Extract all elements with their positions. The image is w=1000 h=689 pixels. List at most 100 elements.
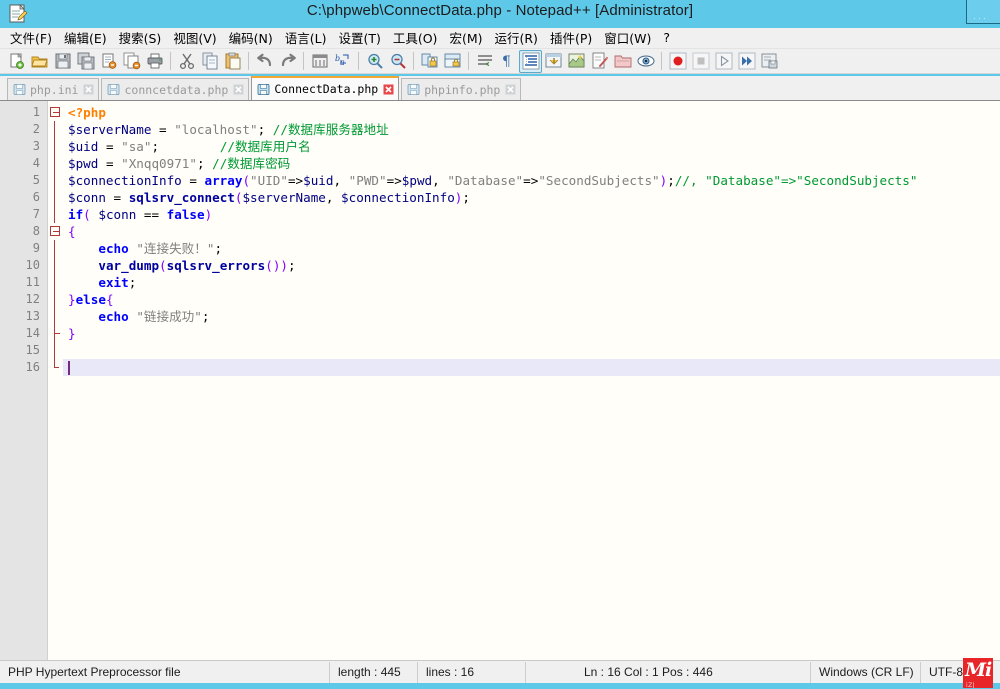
indent-guide-icon[interactable] [519,49,542,73]
find-icon[interactable] [308,50,331,73]
code-line[interactable]: exit; [63,274,1000,291]
fold-marker-row[interactable] [48,155,63,172]
code-editor[interactable]: 1 2 3 4 5 6 7 8 9 10 11 12 13 14 15 16 <?php $serverName… [0,101,1000,660]
fold-marker-row[interactable] [48,325,63,342]
copy-icon[interactable] [198,50,221,73]
fold-marker-row[interactable] [48,223,63,240]
tab-phpinfo-php[interactable]: phpinfo.php [401,78,522,100]
editor-area[interactable]: 1 2 3 4 5 6 7 8 9 10 11 12 13 14 15 16 <?php $serverName… [0,100,1000,660]
macro-play-icon[interactable] [712,50,735,73]
fold-collapse-icon[interactable] [50,107,60,117]
macro-playback-multiple-icon[interactable] [735,50,758,73]
sync-horizontal-scroll-icon[interactable] [441,50,464,73]
notepadpp-window: C:\phpweb\ConnectData.php - Notepad++ [A… [0,0,1000,689]
menu-window[interactable]: 窗口(W) [598,26,657,50]
close-file-icon[interactable] [97,50,120,73]
undo-icon[interactable] [253,50,276,73]
macro-record-icon[interactable] [666,50,689,73]
open-file-icon[interactable] [28,50,51,73]
fold-collapse-icon[interactable] [50,226,60,236]
menu-help[interactable]: ? [657,28,676,48]
menu-edit[interactable]: 编辑(E) [58,26,113,50]
code-line[interactable]: echo "连接失败！"; [63,240,1000,257]
menu-run[interactable]: 运行(R) [488,26,543,50]
menu-file[interactable]: 文件(F) [4,26,58,50]
window-controls[interactable]: ··· [966,0,1000,24]
zoom-in-icon[interactable] [363,50,386,73]
fold-marker-row[interactable] [48,189,63,206]
function-list-icon[interactable] [588,50,611,73]
fold-line [54,138,55,155]
tab-conncetdata-php[interactable]: conncetdata.php [101,78,250,100]
code-content[interactable]: <?php $serverName = "localhost"; //数据库服务器… [63,101,1000,660]
menu-plugins[interactable]: 插件(P) [544,26,598,50]
fold-marker-row[interactable] [48,240,63,257]
menu-view[interactable]: 视图(V) [167,26,222,50]
watermark-logo: Mi iZJ [963,658,993,688]
tab-close-icon[interactable] [383,84,394,95]
sync-vertical-scroll-icon[interactable] [418,50,441,73]
show-all-chars-icon[interactable]: ¶ [496,50,519,73]
close-all-icon[interactable] [120,50,143,73]
folder-workspace-icon[interactable] [611,50,634,73]
menu-encoding[interactable]: 编码(N) [223,26,279,50]
fold-margin[interactable] [48,101,63,660]
code-line[interactable]: if( $conn == false) [63,206,1000,223]
tab-close-icon[interactable] [505,84,516,95]
replace-icon[interactable]: ba [331,50,354,73]
redo-icon[interactable] [276,50,299,73]
macro-save-icon[interactable] [758,50,781,73]
fold-marker-row[interactable] [48,104,63,121]
cut-icon[interactable] [175,50,198,73]
line-number: 6 [32,190,40,204]
user-defined-dialog-icon[interactable] [542,50,565,73]
code-line[interactable]: $conn = sqlsrv_connect($serverName, $con… [63,189,1000,206]
tab-close-icon[interactable] [233,84,244,95]
menu-search[interactable]: 搜索(S) [113,26,168,50]
word-wrap-icon[interactable] [473,50,496,73]
fold-marker-row[interactable] [48,257,63,274]
tab-close-icon[interactable] [83,84,94,95]
fold-marker-row[interactable] [48,291,63,308]
code-line[interactable]: } [63,325,1000,342]
fold-marker-row[interactable] [48,359,63,376]
code-line[interactable]: }else{ [63,291,1000,308]
fold-marker-row[interactable] [48,342,63,359]
fold-marker-row[interactable] [48,138,63,155]
fold-line [54,172,55,189]
code-line[interactable]: var_dump(sqlsrv_errors()); [63,257,1000,274]
fold-marker-row[interactable] [48,121,63,138]
fold-marker-row[interactable] [48,308,63,325]
save-all-icon[interactable] [74,50,97,73]
fold-line [54,274,55,291]
code-line[interactable]: $serverName = "localhost"; //数据库服务器地址 [63,121,1000,138]
new-file-icon[interactable] [5,50,28,73]
print-icon[interactable] [143,50,166,73]
menu-language[interactable]: 语言(L) [279,26,333,50]
menu-settings[interactable]: 设置(T) [332,26,386,50]
code-line[interactable]: $connectionInfo = array("UID"=>$uid, "PW… [63,172,1000,189]
code-line[interactable]: $uid = "sa"; //数据库用户名 [63,138,1000,155]
line-number: 14 [25,326,40,340]
code-line[interactable]: $pwd = "Xnqq0971"; //数据库密码 [63,155,1000,172]
menu-tools[interactable]: 工具(O) [387,26,444,50]
fold-marker-row[interactable] [48,206,63,223]
code-line[interactable]: echo "链接成功"; [63,308,1000,325]
zoom-out-icon[interactable] [386,50,409,73]
fold-marker-row[interactable] [48,274,63,291]
line-number: 5 [32,173,40,187]
code-line[interactable] [63,359,1000,376]
line-number: 2 [32,122,40,136]
doc-map-icon[interactable] [565,50,588,73]
paste-icon[interactable] [221,50,244,73]
macro-stop-icon[interactable] [689,50,712,73]
save-icon[interactable] [51,50,74,73]
fold-marker-row[interactable] [48,172,63,189]
tab-php-ini[interactable]: php.ini [7,78,100,100]
tab-connectdata-php[interactable]: ConnectData.php [251,76,400,100]
code-line[interactable] [63,342,1000,359]
monitoring-icon[interactable] [634,50,657,73]
code-line[interactable]: <?php [63,104,1000,121]
code-line[interactable]: { [63,223,1000,240]
menu-macro[interactable]: 宏(M) [443,26,488,50]
